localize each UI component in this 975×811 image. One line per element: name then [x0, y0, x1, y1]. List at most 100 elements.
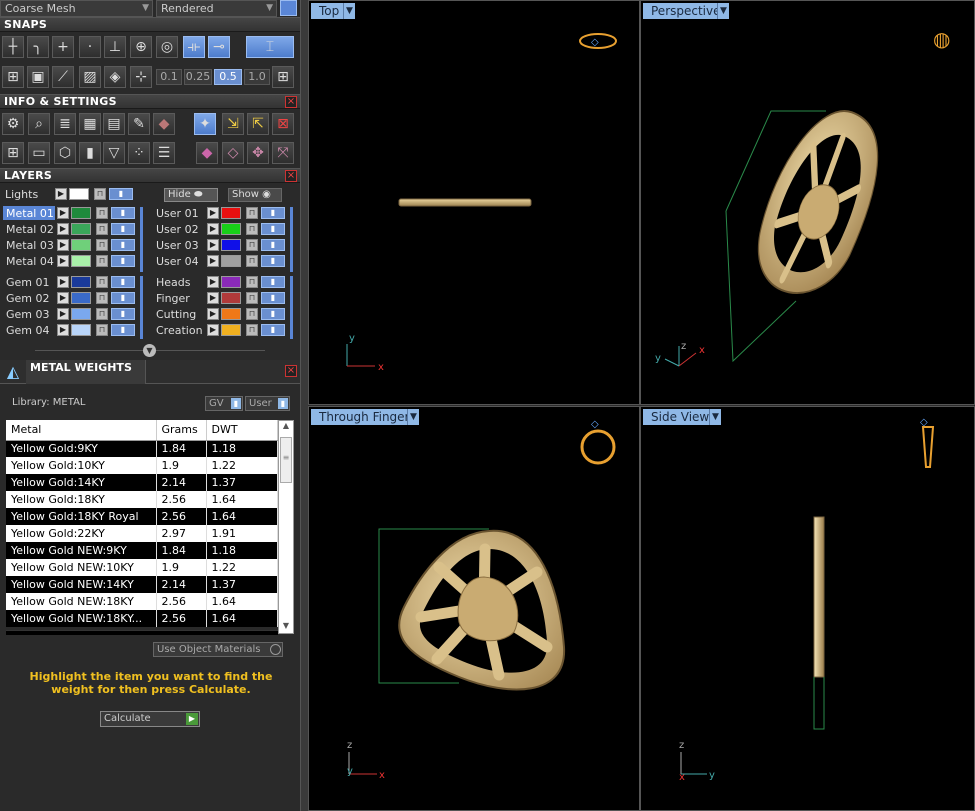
visibility-icon[interactable]: ▮: [111, 308, 135, 320]
origin-icon[interactable]: ⊹: [130, 66, 152, 88]
layer-name[interactable]: User 02: [153, 222, 205, 236]
column-header-dwt[interactable]: DWT: [206, 420, 278, 441]
grid-view-icon[interactable]: ⊞: [2, 66, 24, 88]
document-icon[interactable]: ▤: [103, 113, 125, 135]
play-icon[interactable]: ▶: [207, 324, 219, 336]
snap-edge-icon[interactable]: ⊥: [104, 36, 126, 58]
layer-color-swatch[interactable]: [221, 276, 241, 288]
close-icon[interactable]: ×: [285, 170, 297, 182]
lock-icon[interactable]: ⊓: [246, 292, 258, 304]
layer-color-swatch[interactable]: [71, 223, 91, 235]
play-icon[interactable]: ▶: [57, 308, 69, 320]
table-row[interactable]: Yellow Gold NEW:18KY 2.56 1.64: [6, 593, 278, 610]
settings-gear-icon[interactable]: ⚙: [2, 113, 24, 135]
table-row[interactable]: Yellow Gold NEW:14KY 2.14 1.37: [6, 576, 278, 593]
visibility-icon[interactable]: ▮: [261, 308, 285, 320]
layer-name[interactable]: Finger: [153, 291, 205, 305]
pencil-icon[interactable]: ✎: [128, 113, 150, 135]
visibility-icon[interactable]: ▮: [111, 276, 135, 288]
plane-icon[interactable]: ◈: [104, 66, 126, 88]
snap-grid-icon[interactable]: ┼: [2, 36, 24, 58]
lock-icon[interactable]: ⊓: [246, 308, 258, 320]
export-icon[interactable]: ⇲: [222, 113, 244, 135]
visibility-icon[interactable]: ▮: [261, 324, 285, 336]
layer-color-swatch[interactable]: [71, 308, 91, 320]
layer-row[interactable]: Cutting ▶ ⊓ ▮: [152, 306, 292, 321]
layer-name[interactable]: Metal 01: [3, 206, 55, 220]
viewport-perspective[interactable]: Perspective ▼ ◍ yzx: [640, 0, 975, 405]
mesh-dropdown[interactable]: Coarse Mesh ▼: [0, 0, 153, 17]
play-icon[interactable]: ▶: [57, 292, 69, 304]
windows-icon[interactable]: ⊞: [2, 142, 24, 164]
wire-cube-icon[interactable]: ⬡: [54, 142, 76, 164]
zoom-icon[interactable]: ⌕: [28, 113, 50, 135]
layer-row[interactable]: Metal 02 ▶ ⊓ ▮: [2, 221, 142, 236]
play-icon[interactable]: ▶: [207, 255, 219, 267]
snap-cross-icon[interactable]: +: [52, 36, 74, 58]
measure-icon[interactable]: ⟋: [52, 66, 74, 88]
snap-mode-icon[interactable]: ⌶: [246, 36, 294, 58]
layer-row[interactable]: User 01 ▶ ⊓ ▮: [152, 205, 292, 220]
lock-icon[interactable]: ⊓: [246, 255, 258, 267]
layer-row[interactable]: Finger ▶ ⊓ ▮: [152, 290, 292, 305]
layer-color-swatch[interactable]: [71, 207, 91, 219]
layer-color-swatch[interactable]: [71, 239, 91, 251]
table-row[interactable]: Yellow Gold:14KY 2.14 1.37: [6, 474, 278, 491]
column-header-metal[interactable]: Metal: [6, 420, 157, 441]
viewport-top[interactable]: Top ▼ ◇ yx: [308, 0, 640, 405]
layer-name[interactable]: Gem 03: [3, 307, 55, 321]
play-icon[interactable]: ▶: [207, 292, 219, 304]
play-icon[interactable]: ▶: [207, 308, 219, 320]
play-icon[interactable]: ▶: [207, 207, 219, 219]
layer-color-swatch[interactable]: [71, 292, 91, 304]
use-object-materials-toggle[interactable]: Use Object Materials: [153, 642, 283, 657]
table-row[interactable]: Yellow Gold NEW:9KY 1.84 1.18: [6, 542, 278, 559]
delete-icon[interactable]: ⊠: [272, 113, 294, 135]
visibility-icon[interactable]: ▮: [261, 207, 285, 219]
user-toggle[interactable]: User ▮: [245, 396, 290, 411]
layer-color-swatch[interactable]: [71, 255, 91, 267]
book-icon[interactable]: ▮: [79, 142, 101, 164]
table-row[interactable]: Yellow Gold NEW:18KY... 2.56 1.64: [6, 610, 278, 627]
layer-row[interactable]: User 03 ▶ ⊓ ▮: [152, 237, 292, 252]
monitor-icon[interactable]: ▭: [28, 142, 50, 164]
layer-row[interactable]: Gem 03 ▶ ⊓ ▮: [2, 306, 142, 321]
gem-move-icon[interactable]: ✥: [247, 142, 269, 164]
lock-icon[interactable]: ⊓: [96, 308, 108, 320]
list-icon[interactable]: ☰: [153, 142, 175, 164]
play-icon[interactable]: ▶: [57, 255, 69, 267]
visibility-icon[interactable]: ▮: [111, 239, 135, 251]
paint-icon[interactable]: ✦: [194, 113, 216, 135]
visibility-icon[interactable]: ▮: [261, 255, 285, 267]
gem-select-icon[interactable]: ◇: [222, 142, 244, 164]
snap-value-1[interactable]: 0.1: [156, 69, 182, 85]
layer-row[interactable]: Creation ▶ ⊓ ▮: [152, 322, 292, 337]
gem-tool-icon[interactable]: ◆: [196, 142, 218, 164]
visibility-icon[interactable]: ▮: [261, 292, 285, 304]
layer-name[interactable]: Cutting: [153, 307, 205, 321]
visibility-icon[interactable]: ▮: [261, 276, 285, 288]
column-header-grams[interactable]: Grams: [156, 420, 207, 441]
layer-color-swatch[interactable]: [71, 324, 91, 336]
lights-swatch[interactable]: [69, 188, 89, 200]
layer-name[interactable]: Gem 02: [3, 291, 55, 305]
layer-name[interactable]: Metal 03: [3, 238, 55, 252]
layer-row[interactable]: Metal 03 ▶ ⊓ ▮: [2, 237, 142, 252]
play-icon[interactable]: ▶: [207, 223, 219, 235]
lock-icon[interactable]: ⊓: [96, 207, 108, 219]
gv-toggle[interactable]: GV ▮: [205, 396, 243, 411]
snap-circle-icon[interactable]: ◎: [156, 36, 178, 58]
visibility-icon[interactable]: ▮: [111, 255, 135, 267]
lock-icon[interactable]: ⊓: [246, 276, 258, 288]
visibility-icon[interactable]: ▮: [111, 324, 135, 336]
lock-icon[interactable]: ⊓: [246, 223, 258, 235]
layer-color-swatch[interactable]: [221, 292, 241, 304]
play-icon[interactable]: ▶: [55, 188, 67, 200]
lock-icon[interactable]: ⊓: [246, 324, 258, 336]
table-row[interactable]: Yellow Gold NEW:10KY 1.9 1.22: [6, 559, 278, 576]
lock-icon[interactable]: ⊓: [94, 188, 106, 200]
layer-row[interactable]: User 02 ▶ ⊓ ▮: [152, 221, 292, 236]
layer-color-swatch[interactable]: [221, 223, 241, 235]
layer-row[interactable]: Metal 04 ▶ ⊓ ▮: [2, 253, 142, 268]
import-icon[interactable]: ⇱: [247, 113, 269, 135]
